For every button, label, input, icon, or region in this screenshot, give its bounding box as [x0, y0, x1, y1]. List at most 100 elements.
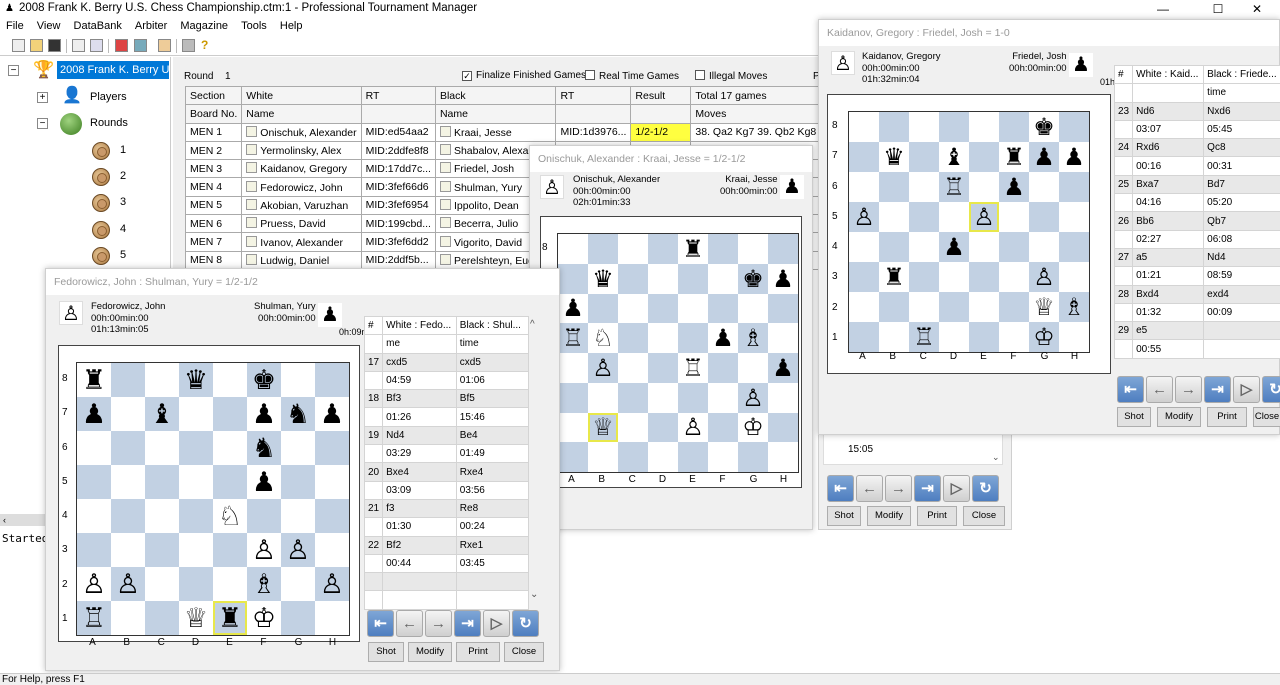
black-move[interactable]: Nxd6 — [1203, 101, 1280, 121]
close-button[interactable]: Close — [504, 642, 544, 662]
move-number[interactable]: # — [363, 315, 384, 336]
white-move[interactable]: Rxd6 — [1132, 138, 1205, 158]
cell-board[interactable]: MEN 1 — [184, 122, 243, 142]
prev-move-icon[interactable]: ← — [1146, 376, 1173, 403]
square[interactable] — [1059, 172, 1089, 202]
table-row[interactable]: 20 Bxe4 Rxe4 — [363, 462, 530, 482]
square[interactable] — [969, 112, 999, 142]
print-button[interactable]: Print — [456, 642, 500, 662]
square[interactable]: ♙ — [1029, 262, 1059, 292]
table-row[interactable]: 25 Bxa7 Bd7 — [1113, 174, 1280, 195]
square[interactable]: ♗ — [1059, 292, 1089, 322]
black-move[interactable]: time — [455, 334, 530, 354]
last-move-icon[interactable]: ⇥ — [914, 475, 941, 502]
tree-round-4[interactable]: 4 — [120, 223, 126, 235]
move-number[interactable]: 27 — [1113, 247, 1134, 268]
white-move[interactable]: 03:29 — [382, 444, 457, 464]
expand-icon[interactable]: + — [37, 92, 48, 103]
square[interactable] — [648, 263, 678, 294]
black-pawn-icon[interactable]: ♟ — [1063, 145, 1085, 169]
square[interactable] — [879, 322, 909, 352]
square[interactable] — [145, 465, 179, 499]
square[interactable] — [849, 292, 879, 322]
move-number[interactable] — [1113, 266, 1134, 286]
square[interactable] — [213, 465, 247, 499]
square[interactable]: ♟ — [247, 465, 281, 499]
black-move[interactable]: Re8 — [455, 498, 530, 519]
square[interactable] — [111, 431, 145, 465]
square[interactable] — [909, 142, 939, 172]
print-icon[interactable] — [182, 39, 195, 52]
square[interactable] — [588, 442, 618, 472]
white-knight-icon[interactable]: ♘ — [218, 503, 242, 530]
square[interactable] — [1059, 322, 1089, 352]
square[interactable]: ♟ — [1059, 142, 1089, 172]
black-pawn-icon[interactable]: ♟ — [712, 326, 734, 350]
save-icon[interactable] — [48, 39, 61, 52]
black-move[interactable]: 15:46 — [455, 407, 530, 427]
square[interactable] — [558, 442, 588, 472]
partial-moves-table[interactable]: 15:05 ⌄ — [823, 433, 1003, 465]
square[interactable]: ♕ — [1029, 292, 1059, 322]
table-row[interactable]: # White : Fedo... Black : Shul... — [363, 315, 530, 336]
square[interactable] — [588, 234, 618, 264]
black-rook-icon[interactable]: ♜ — [682, 237, 704, 261]
illegal-moves-checkbox[interactable]: Illegal Moves — [695, 70, 767, 82]
new-icon[interactable] — [12, 39, 25, 52]
square[interactable]: ♜ — [999, 142, 1029, 172]
cell-white-rt[interactable]: MID:ed54aa2 — [360, 122, 436, 142]
square[interactable] — [111, 533, 145, 567]
square[interactable] — [648, 382, 678, 413]
white-move[interactable]: 04:59 — [382, 370, 457, 391]
square[interactable] — [939, 262, 969, 292]
cell-board[interactable]: MEN 6 — [184, 214, 243, 234]
cell-white[interactable]: Fedorowicz, John — [241, 177, 362, 197]
square[interactable] — [558, 263, 588, 294]
square[interactable] — [648, 323, 678, 353]
square[interactable]: ♙ — [77, 567, 111, 601]
square[interactable] — [678, 323, 708, 353]
square[interactable]: ♕ — [588, 412, 618, 443]
cell-white-rt[interactable]: MID:3fef6954 — [360, 195, 436, 216]
prev-move-icon[interactable]: ← — [396, 610, 423, 637]
play-move-icon[interactable]: ▷ — [943, 475, 970, 502]
square[interactable] — [588, 293, 618, 324]
move-number[interactable] — [363, 572, 384, 592]
square[interactable]: ♟ — [708, 323, 738, 353]
cell-white[interactable]: Kaidanov, Gregory — [241, 159, 362, 179]
white-pawn-icon[interactable]: ♙ — [82, 571, 106, 598]
table-row[interactable]: MEN 1 Onischuk, Alexander MID:ed54aa2 Kraai… — [184, 122, 872, 142]
square[interactable]: ♟ — [768, 353, 798, 383]
cell-white[interactable]: Yermolinsky, Alex — [241, 140, 362, 161]
square[interactable] — [648, 234, 678, 264]
table-row[interactable]: 04:59 01:06 — [363, 370, 530, 391]
white-move[interactable]: 00:55 — [1132, 339, 1205, 359]
square[interactable] — [281, 431, 315, 465]
square[interactable] — [969, 292, 999, 322]
move-number[interactable] — [1113, 156, 1134, 176]
close-window-button[interactable]: ✕ — [1234, 0, 1280, 18]
cell-white[interactable]: Onischuk, Alexander — [241, 122, 362, 142]
game-window-kaidanov-friedel[interactable]: Kaidanov, Gregory : Friedel, Josh = 1-0 … — [818, 19, 1280, 435]
square[interactable] — [648, 293, 678, 324]
black-rook-icon[interactable]: ♜ — [1003, 145, 1025, 169]
square[interactable] — [708, 412, 738, 443]
black-move[interactable]: 06:08 — [1203, 229, 1280, 249]
cell-result[interactable]: 1/2-1/2 — [630, 122, 692, 142]
square[interactable]: ♙ — [678, 412, 708, 443]
square[interactable] — [969, 322, 999, 352]
white-king-icon[interactable]: ♔ — [252, 605, 276, 632]
square[interactable]: ♗ — [738, 323, 768, 353]
white-move[interactable]: 03:09 — [382, 480, 457, 500]
table-row[interactable]: 18 Bf3 Bf5 — [363, 389, 530, 409]
table-row[interactable]: 01:30 00:24 — [363, 517, 530, 537]
move-number[interactable] — [1113, 229, 1134, 249]
tree-round-2[interactable]: 2 — [120, 170, 126, 182]
square[interactable] — [145, 533, 179, 567]
move-number[interactable] — [1113, 339, 1134, 359]
square[interactable]: ♔ — [247, 601, 281, 635]
black-bishop-icon[interactable]: ♝ — [150, 401, 174, 428]
white-move[interactable]: Bxd4 — [1132, 284, 1205, 304]
move-number[interactable]: 23 — [1113, 101, 1134, 121]
square[interactable]: ♟ — [247, 397, 281, 431]
